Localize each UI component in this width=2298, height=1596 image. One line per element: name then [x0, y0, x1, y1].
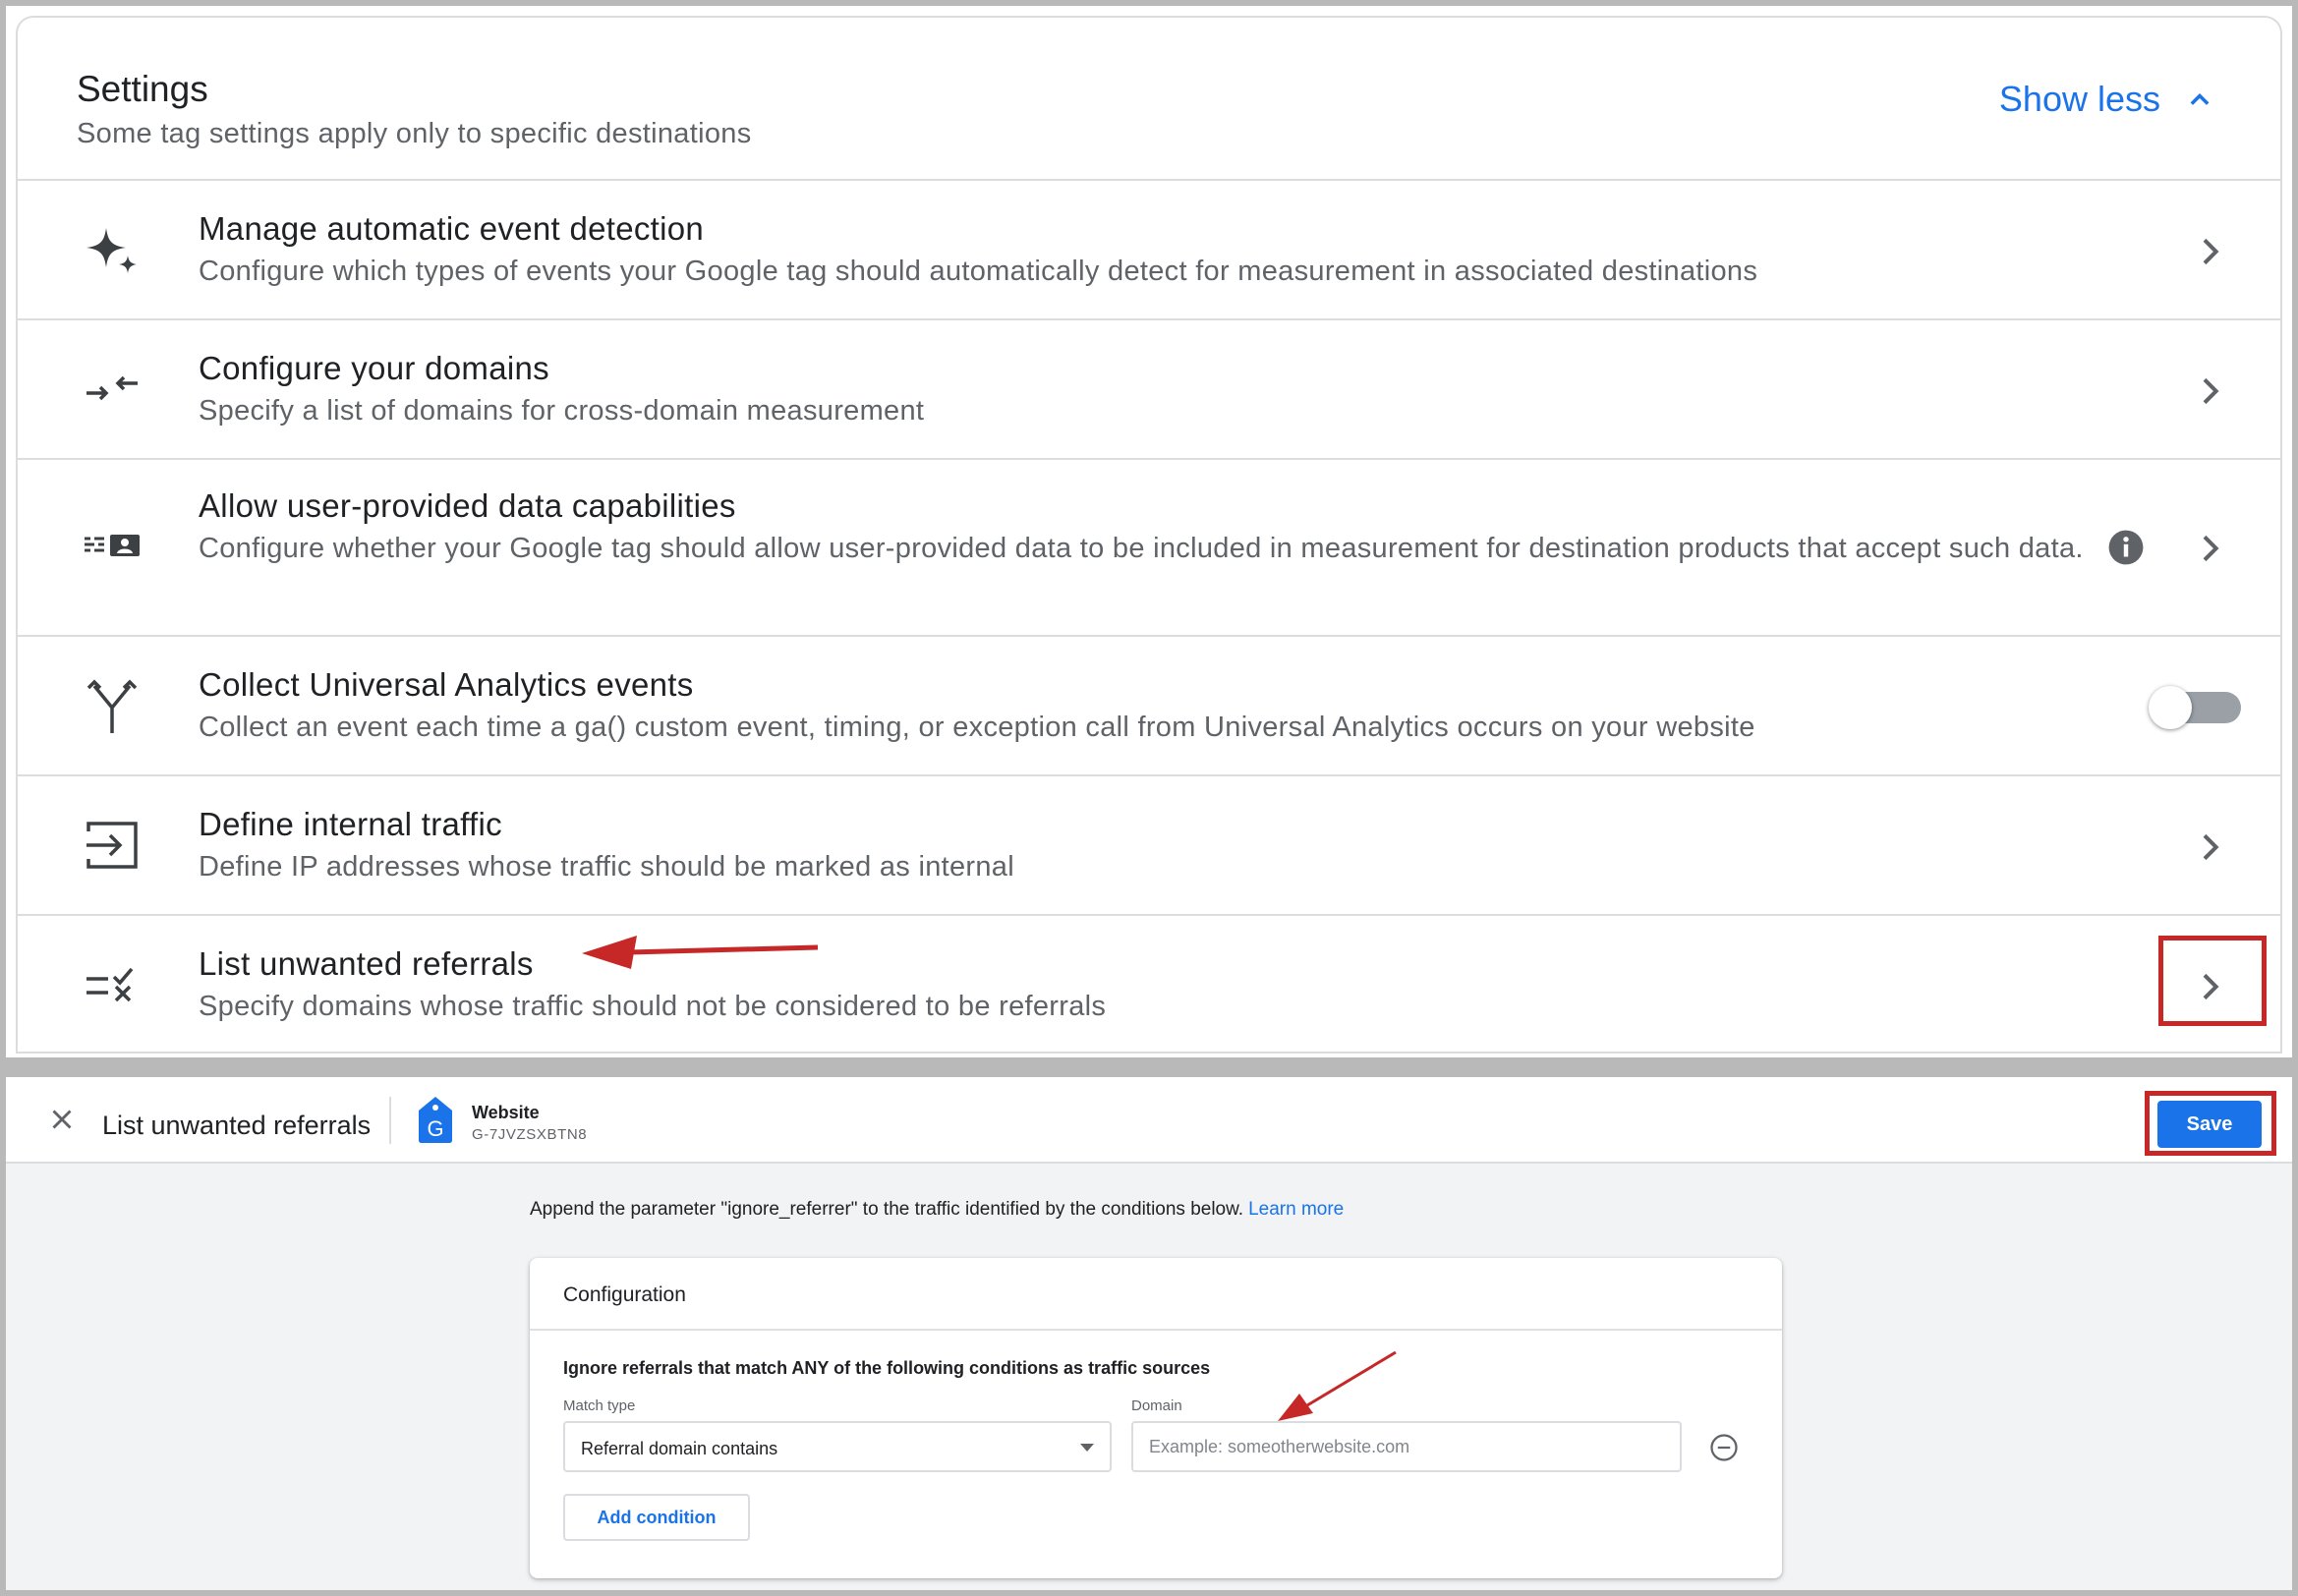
- settings-screenshot-panel: Settings Some tag settings apply only to…: [6, 6, 2292, 1057]
- app-bar-divider: [389, 1097, 391, 1144]
- close-icon[interactable]: [45, 1103, 79, 1136]
- row-title: Define internal traffic: [199, 806, 502, 842]
- tag-id: G-7JVZSXBTN8: [472, 1126, 588, 1143]
- dropdown-caret-icon: [1080, 1444, 1094, 1452]
- row-title: Allow user-provided data capabilities: [199, 487, 736, 524]
- row-title: Configure your domains: [199, 350, 549, 386]
- row-description: Specify a list of domains for cross-doma…: [199, 395, 925, 427]
- sparkle-icon: [77, 214, 147, 285]
- configuration-card: Configuration Ignore referrals that matc…: [530, 1258, 1782, 1578]
- collect-ua-events-toggle[interactable]: [2149, 686, 2243, 729]
- editor-screenshot-panel: List unwanted referrals G Website G-7JVZ…: [6, 1077, 2292, 1590]
- remove-condition-icon[interactable]: [1709, 1433, 1739, 1462]
- configuration-title: Configuration: [563, 1283, 686, 1306]
- chevron-right-icon[interactable]: [2190, 232, 2229, 271]
- row-description: Configure which types of events your Goo…: [199, 256, 1758, 287]
- contact-card-icon: [77, 509, 147, 580]
- input-arrow-icon: [77, 810, 147, 881]
- settings-card: Settings Some tag settings apply only to…: [16, 16, 2282, 1054]
- row-title: Manage automatic event detection: [199, 210, 705, 247]
- domain-label: Domain: [1131, 1397, 1182, 1414]
- settings-header: Settings Some tag settings apply only to…: [18, 18, 2280, 181]
- info-icon[interactable]: [2107, 529, 2145, 566]
- match-type-select[interactable]: Referral domain contains: [563, 1421, 1112, 1472]
- domain-input[interactable]: [1131, 1421, 1682, 1472]
- editor-title: List unwanted referrals: [102, 1111, 372, 1140]
- add-condition-button[interactable]: Add condition: [563, 1494, 750, 1541]
- row-description: Collect an event each time a ga() custom…: [199, 712, 1755, 743]
- row-description: Specify domains whose traffic should not…: [199, 991, 1107, 1022]
- row-title: List unwanted referrals: [199, 945, 534, 982]
- row-title: Collect Universal Analytics events: [199, 666, 694, 703]
- tag-letter: G: [427, 1116, 443, 1141]
- settings-row-unwanted-referrals[interactable]: List unwanted referrals Specify domains …: [18, 916, 2280, 1052]
- chevron-up-icon: [2190, 93, 2210, 105]
- annotation-save-box: [2145, 1091, 2276, 1156]
- chevron-right-icon[interactable]: [2190, 827, 2229, 867]
- settings-row-internal-traffic[interactable]: Define internal traffic Define IP addres…: [18, 776, 2280, 916]
- settings-subtitle: Some tag settings apply only to specific…: [77, 118, 752, 149]
- tag-name: Website: [472, 1103, 540, 1122]
- toggle-knob: [2149, 686, 2192, 729]
- chevron-right-icon[interactable]: [2190, 371, 2229, 411]
- list-check-x-icon: [77, 949, 147, 1020]
- match-type-value: Referral domain contains: [581, 1439, 778, 1458]
- condition-heading: Ignore referrals that match ANY of the f…: [563, 1358, 1211, 1378]
- learn-more-link[interactable]: Learn more: [1248, 1199, 1344, 1220]
- arrows-merge-icon: [77, 354, 147, 425]
- configuration-header: Configuration: [530, 1258, 1782, 1331]
- annotation-highlight-box: [2158, 936, 2267, 1026]
- show-less-button[interactable]: Show less: [1999, 79, 2213, 120]
- settings-row-universal-analytics-events: Collect Universal Analytics events Colle…: [18, 637, 2280, 776]
- settings-row-configure-domains[interactable]: Configure your domains Specify a list of…: [18, 320, 2280, 460]
- editor-app-bar: List unwanted referrals G Website G-7JVZ…: [6, 1077, 2292, 1164]
- settings-row-user-provided-data[interactable]: Allow user-provided data capabilities Co…: [18, 460, 2280, 637]
- intro-description: Append the parameter "ignore_referrer" t…: [530, 1199, 1244, 1220]
- google-tag-icon: G: [419, 1097, 452, 1143]
- chevron-right-icon[interactable]: [2190, 529, 2229, 568]
- settings-row-automatic-event-detection[interactable]: Manage automatic event detection Configu…: [18, 181, 2280, 320]
- merge-fork-icon: [77, 670, 147, 741]
- match-type-label: Match type: [563, 1397, 636, 1414]
- intro-text: Append the parameter "ignore_referrer" t…: [530, 1199, 1344, 1221]
- show-less-label: Show less: [1998, 79, 2160, 119]
- settings-title: Settings: [77, 69, 208, 109]
- row-description: Define IP addresses whose traffic should…: [199, 851, 1014, 883]
- row-description: Configure whether your Google tag should…: [199, 533, 2084, 564]
